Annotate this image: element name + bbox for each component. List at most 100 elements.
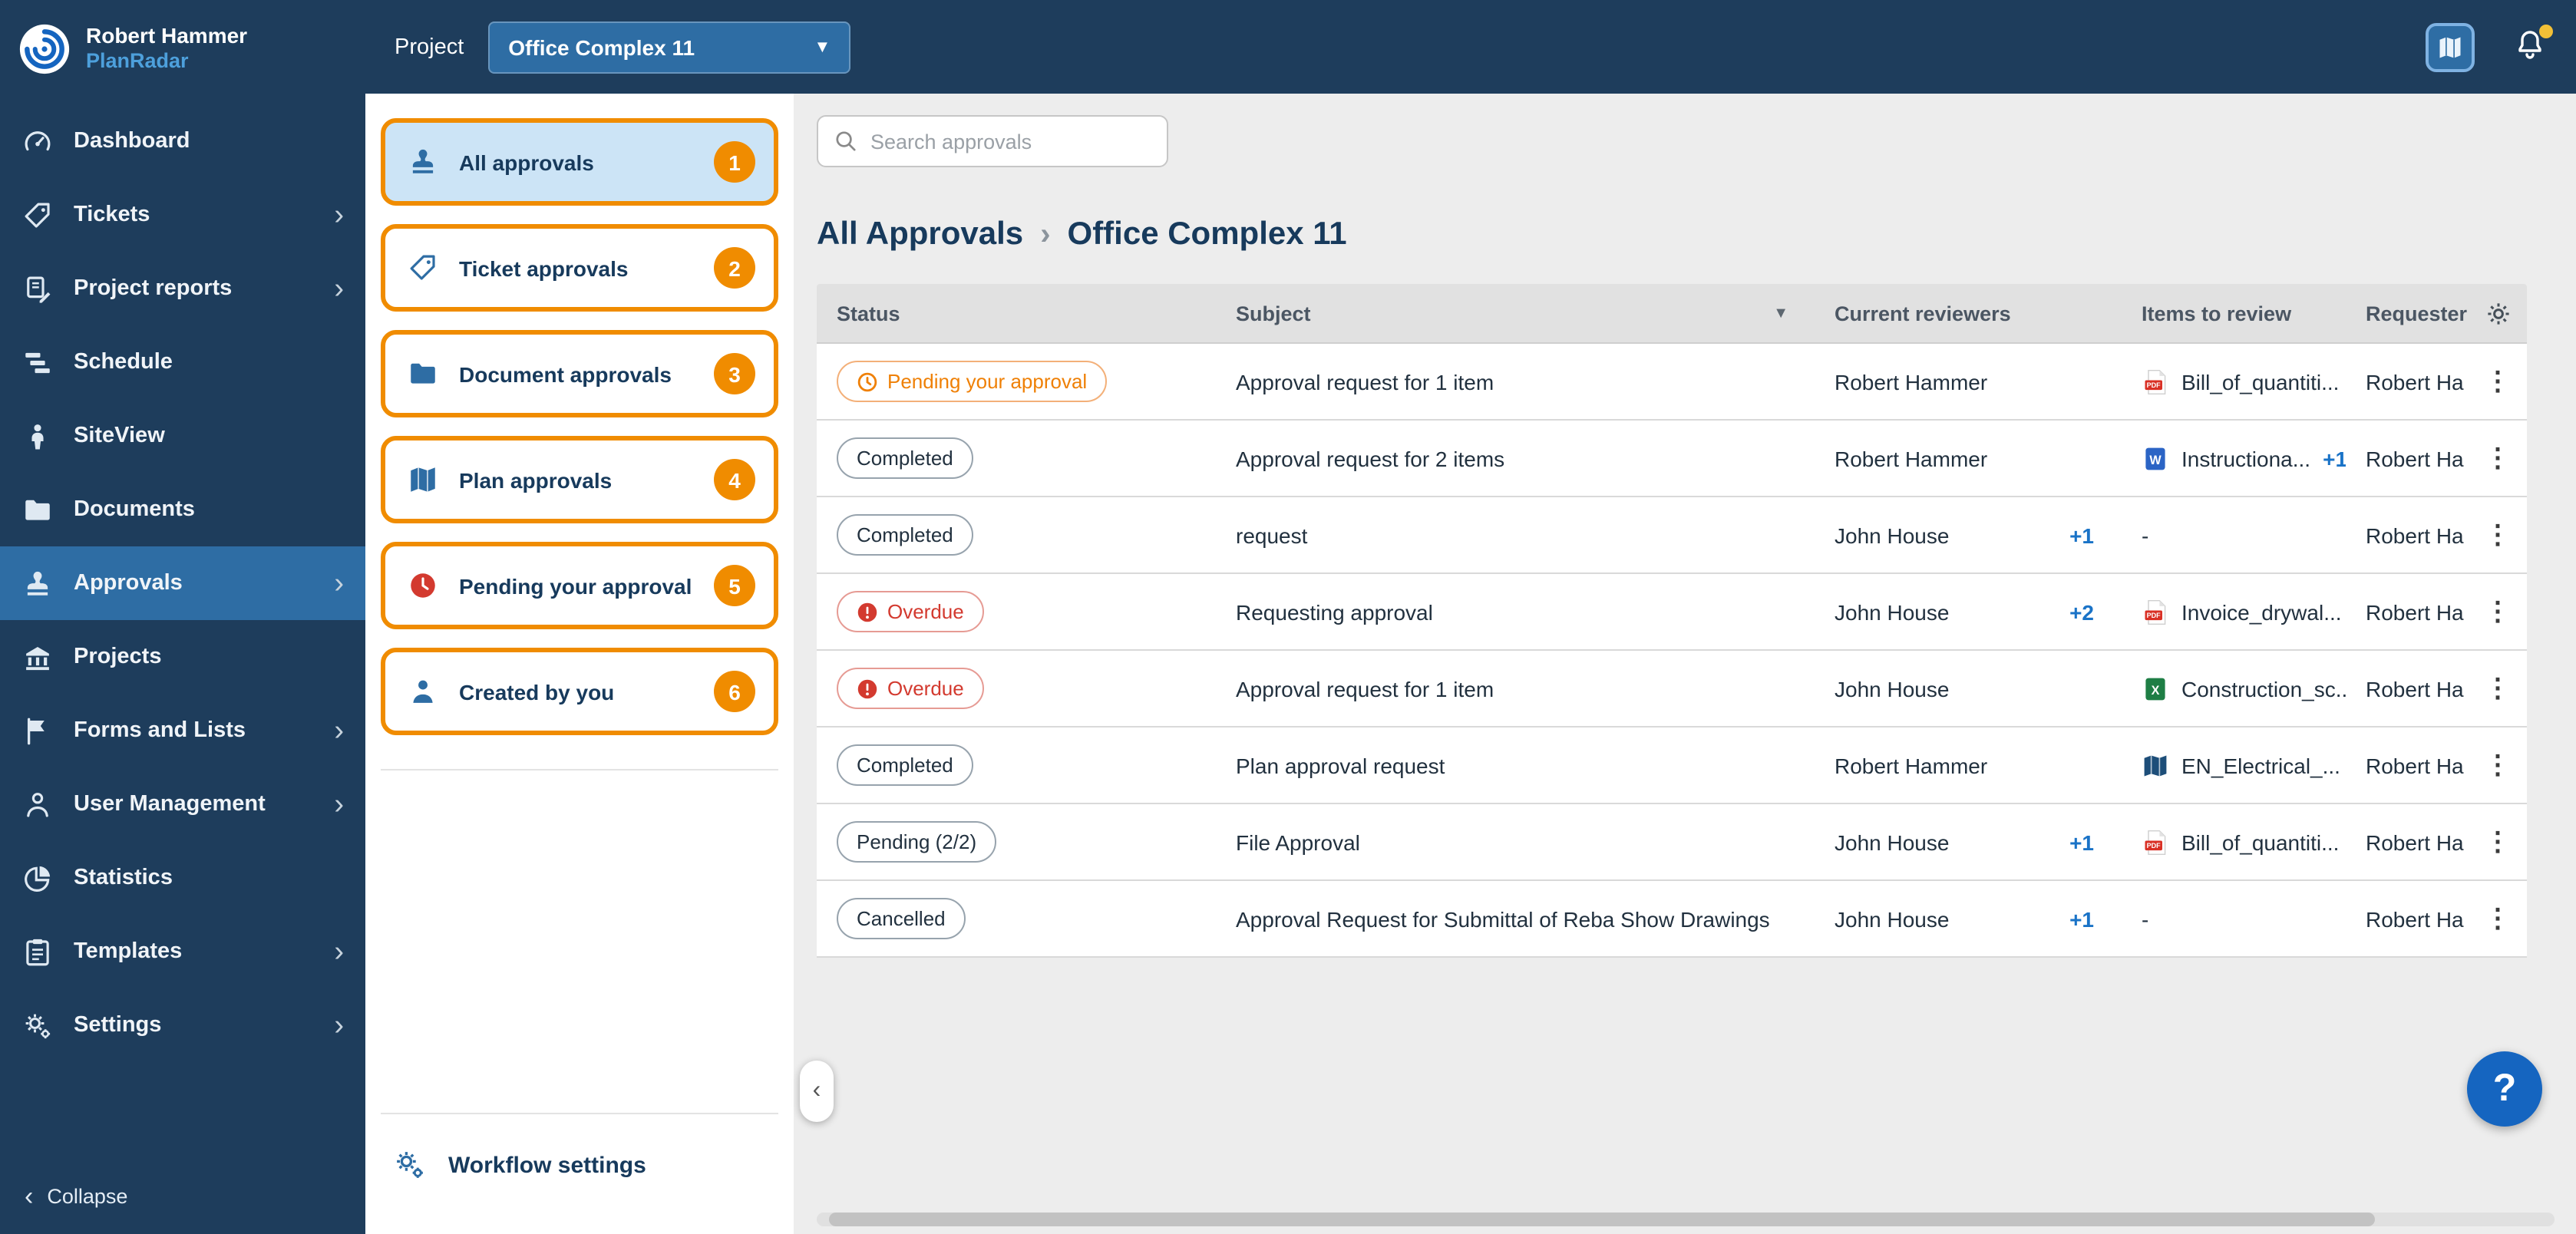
chevron-right-icon: ›	[334, 716, 344, 745]
xls-file-icon: X	[2142, 675, 2169, 702]
approvals-main: All Approvals › Office Complex 11 Status…	[794, 94, 2576, 1234]
chevron-right-icon: ›	[334, 200, 344, 229]
kebab-menu-icon[interactable]: ⋮	[2485, 366, 2511, 397]
help-button[interactable]: ?	[2467, 1051, 2542, 1127]
notification-dot	[2539, 24, 2553, 38]
item-name[interactable]: -	[2142, 906, 2148, 931]
reviewer-name: Robert Hammer	[1835, 369, 1987, 394]
sidebar-item-settings[interactable]: Settings ›	[0, 988, 365, 1062]
panel-collapse-button[interactable]: ‹	[800, 1061, 834, 1122]
sidebar-item-label: Forms and Lists	[74, 718, 246, 743]
workflow-settings-button[interactable]: Workflow settings	[365, 1114, 794, 1234]
sort-caret-icon[interactable]: ▼	[1773, 305, 1788, 322]
filter-all-approvals[interactable]: All approvals 1	[381, 118, 778, 206]
column-header-subject[interactable]: Subject ▼	[1213, 284, 1811, 342]
sidebar-item-statistics[interactable]: Statistics	[0, 841, 365, 915]
filter-plan-approvals[interactable]: Plan approvals 4	[381, 436, 778, 523]
table-row[interactable]: Cancelled Approval Request for Submittal…	[817, 881, 2527, 958]
column-header-status[interactable]: Status	[817, 284, 1213, 342]
column-header-items[interactable]: Items to review	[2119, 284, 2346, 342]
sidebar-item-user-management[interactable]: User Management ›	[0, 767, 365, 841]
item-extra-count[interactable]: +1	[2323, 446, 2346, 470]
chevron-right-icon: ›	[334, 937, 344, 966]
item-name[interactable]: -	[2142, 523, 2148, 547]
reviewer-extra-count[interactable]: +1	[2069, 906, 2095, 931]
plan-file-icon	[2142, 751, 2169, 779]
kebab-menu-icon[interactable]: ⋮	[2485, 673, 2511, 704]
sidebar-collapse-button[interactable]: ‹ Collapse	[0, 1159, 365, 1234]
status-badge: Overdue	[837, 591, 984, 632]
filter-pending-your-approval[interactable]: Pending your approval 5	[381, 542, 778, 629]
sidebar-item-projects[interactable]: Projects	[0, 620, 365, 694]
filter-document-approvals[interactable]: Document approvals 3	[381, 330, 778, 417]
item-name[interactable]: EN_Electrical_...	[2181, 753, 2340, 777]
filter-count-badge: 5	[714, 565, 755, 606]
horizontal-scrollbar-thumb[interactable]	[829, 1213, 2376, 1226]
user-header[interactable]: Robert Hammer PlanRadar	[0, 0, 365, 95]
status-label: Completed	[857, 523, 953, 546]
ticket-tag-icon	[21, 199, 54, 231]
item-name[interactable]: Bill_of_quantiti...	[2181, 830, 2339, 854]
item-name[interactable]: Invoice_drywal...	[2181, 599, 2342, 624]
requester-name: Robert Ha	[2366, 906, 2464, 931]
reviewer-extra-count[interactable]: +1	[2069, 523, 2095, 547]
sidebar-item-schedule[interactable]: Schedule	[0, 325, 365, 399]
reviewer-extra-count[interactable]: +1	[2069, 830, 2095, 854]
table-row[interactable]: Pending your approval Approval request f…	[817, 344, 2527, 421]
item-name[interactable]: Construction_sc...	[2181, 676, 2346, 701]
reviewer-name: John House	[1835, 830, 1949, 854]
approval-stamp-icon	[21, 567, 54, 599]
table-row[interactable]: Completed Plan approval request Robert H…	[817, 728, 2527, 804]
kebab-menu-icon[interactable]: ⋮	[2485, 903, 2511, 934]
user-name: Robert Hammer	[86, 23, 247, 50]
reviewer-name: Robert Hammer	[1835, 446, 1987, 470]
sidebar-item-approvals[interactable]: Approvals ›	[0, 546, 365, 620]
column-header-reviewers[interactable]: Current reviewers	[1811, 284, 2119, 342]
requester-name: Robert Ha	[2366, 830, 2464, 854]
reviewer-extra-count[interactable]: +2	[2069, 599, 2095, 624]
sidebar-item-documents[interactable]: Documents	[0, 473, 365, 546]
notifications-button[interactable]	[2512, 27, 2548, 67]
table-row[interactable]: Completed request John House +1 PDF W X …	[817, 497, 2527, 574]
project-select[interactable]: Office Complex 11 ▼	[488, 21, 850, 73]
sidebar-item-templates[interactable]: Templates ›	[0, 915, 365, 988]
item-name[interactable]: Instructiona...	[2181, 446, 2310, 470]
sidebar-item-project-reports[interactable]: Project reports ›	[0, 252, 365, 325]
status-badge: Overdue	[837, 668, 984, 709]
table-row[interactable]: Overdue Approval request for 1 item John…	[817, 651, 2527, 728]
table-row[interactable]: Overdue Requesting approval John House +…	[817, 574, 2527, 651]
sidebar-item-forms-and-lists[interactable]: Forms and Lists ›	[0, 694, 365, 767]
requester-name: Robert Ha	[2366, 599, 2464, 624]
sidebar-item-siteview[interactable]: SiteView	[0, 399, 365, 473]
table-row[interactable]: Pending (2/2) File Approval John House +…	[817, 804, 2527, 881]
svg-text:PDF: PDF	[2147, 381, 2162, 388]
chevron-right-icon: ›	[1040, 217, 1050, 252]
kebab-menu-icon[interactable]: ⋮	[2485, 596, 2511, 627]
sidebar-item-tickets[interactable]: Tickets ›	[0, 178, 365, 252]
column-settings-button[interactable]	[2469, 284, 2527, 342]
kebab-menu-icon[interactable]: ⋮	[2485, 520, 2511, 550]
column-header-requester[interactable]: Requester	[2346, 284, 2469, 342]
filter-created-by-you[interactable]: Created by you 6	[381, 648, 778, 735]
kebab-menu-icon[interactable]: ⋮	[2485, 443, 2511, 473]
filter-label: Plan approvals	[459, 467, 612, 492]
chevron-left-icon: ‹	[813, 1077, 821, 1105]
horizontal-scrollbar-track[interactable]	[817, 1213, 2555, 1226]
svg-text:PDF: PDF	[2147, 611, 2162, 619]
kebab-menu-icon[interactable]: ⋮	[2485, 827, 2511, 857]
subject-text: File Approval	[1236, 830, 1360, 854]
reviewer-name: John House	[1835, 906, 1949, 931]
filter-ticket-approvals[interactable]: Ticket approvals 2	[381, 224, 778, 312]
item-name[interactable]: Bill_of_quantiti...	[2181, 369, 2339, 394]
breadcrumb-all-approvals[interactable]: All Approvals	[817, 216, 1023, 253]
chevron-right-icon: ›	[334, 274, 344, 303]
search-input[interactable]	[817, 115, 1168, 167]
plans-button[interactable]	[2426, 22, 2475, 71]
map-icon	[2436, 33, 2464, 61]
reviewer-name: John House	[1835, 676, 1949, 701]
reviewer-name: John House	[1835, 523, 1949, 547]
status-label: Pending (2/2)	[857, 830, 976, 853]
table-row[interactable]: Completed Approval request for 2 items R…	[817, 421, 2527, 497]
sidebar-item-dashboard[interactable]: Dashboard	[0, 104, 365, 178]
kebab-menu-icon[interactable]: ⋮	[2485, 750, 2511, 780]
